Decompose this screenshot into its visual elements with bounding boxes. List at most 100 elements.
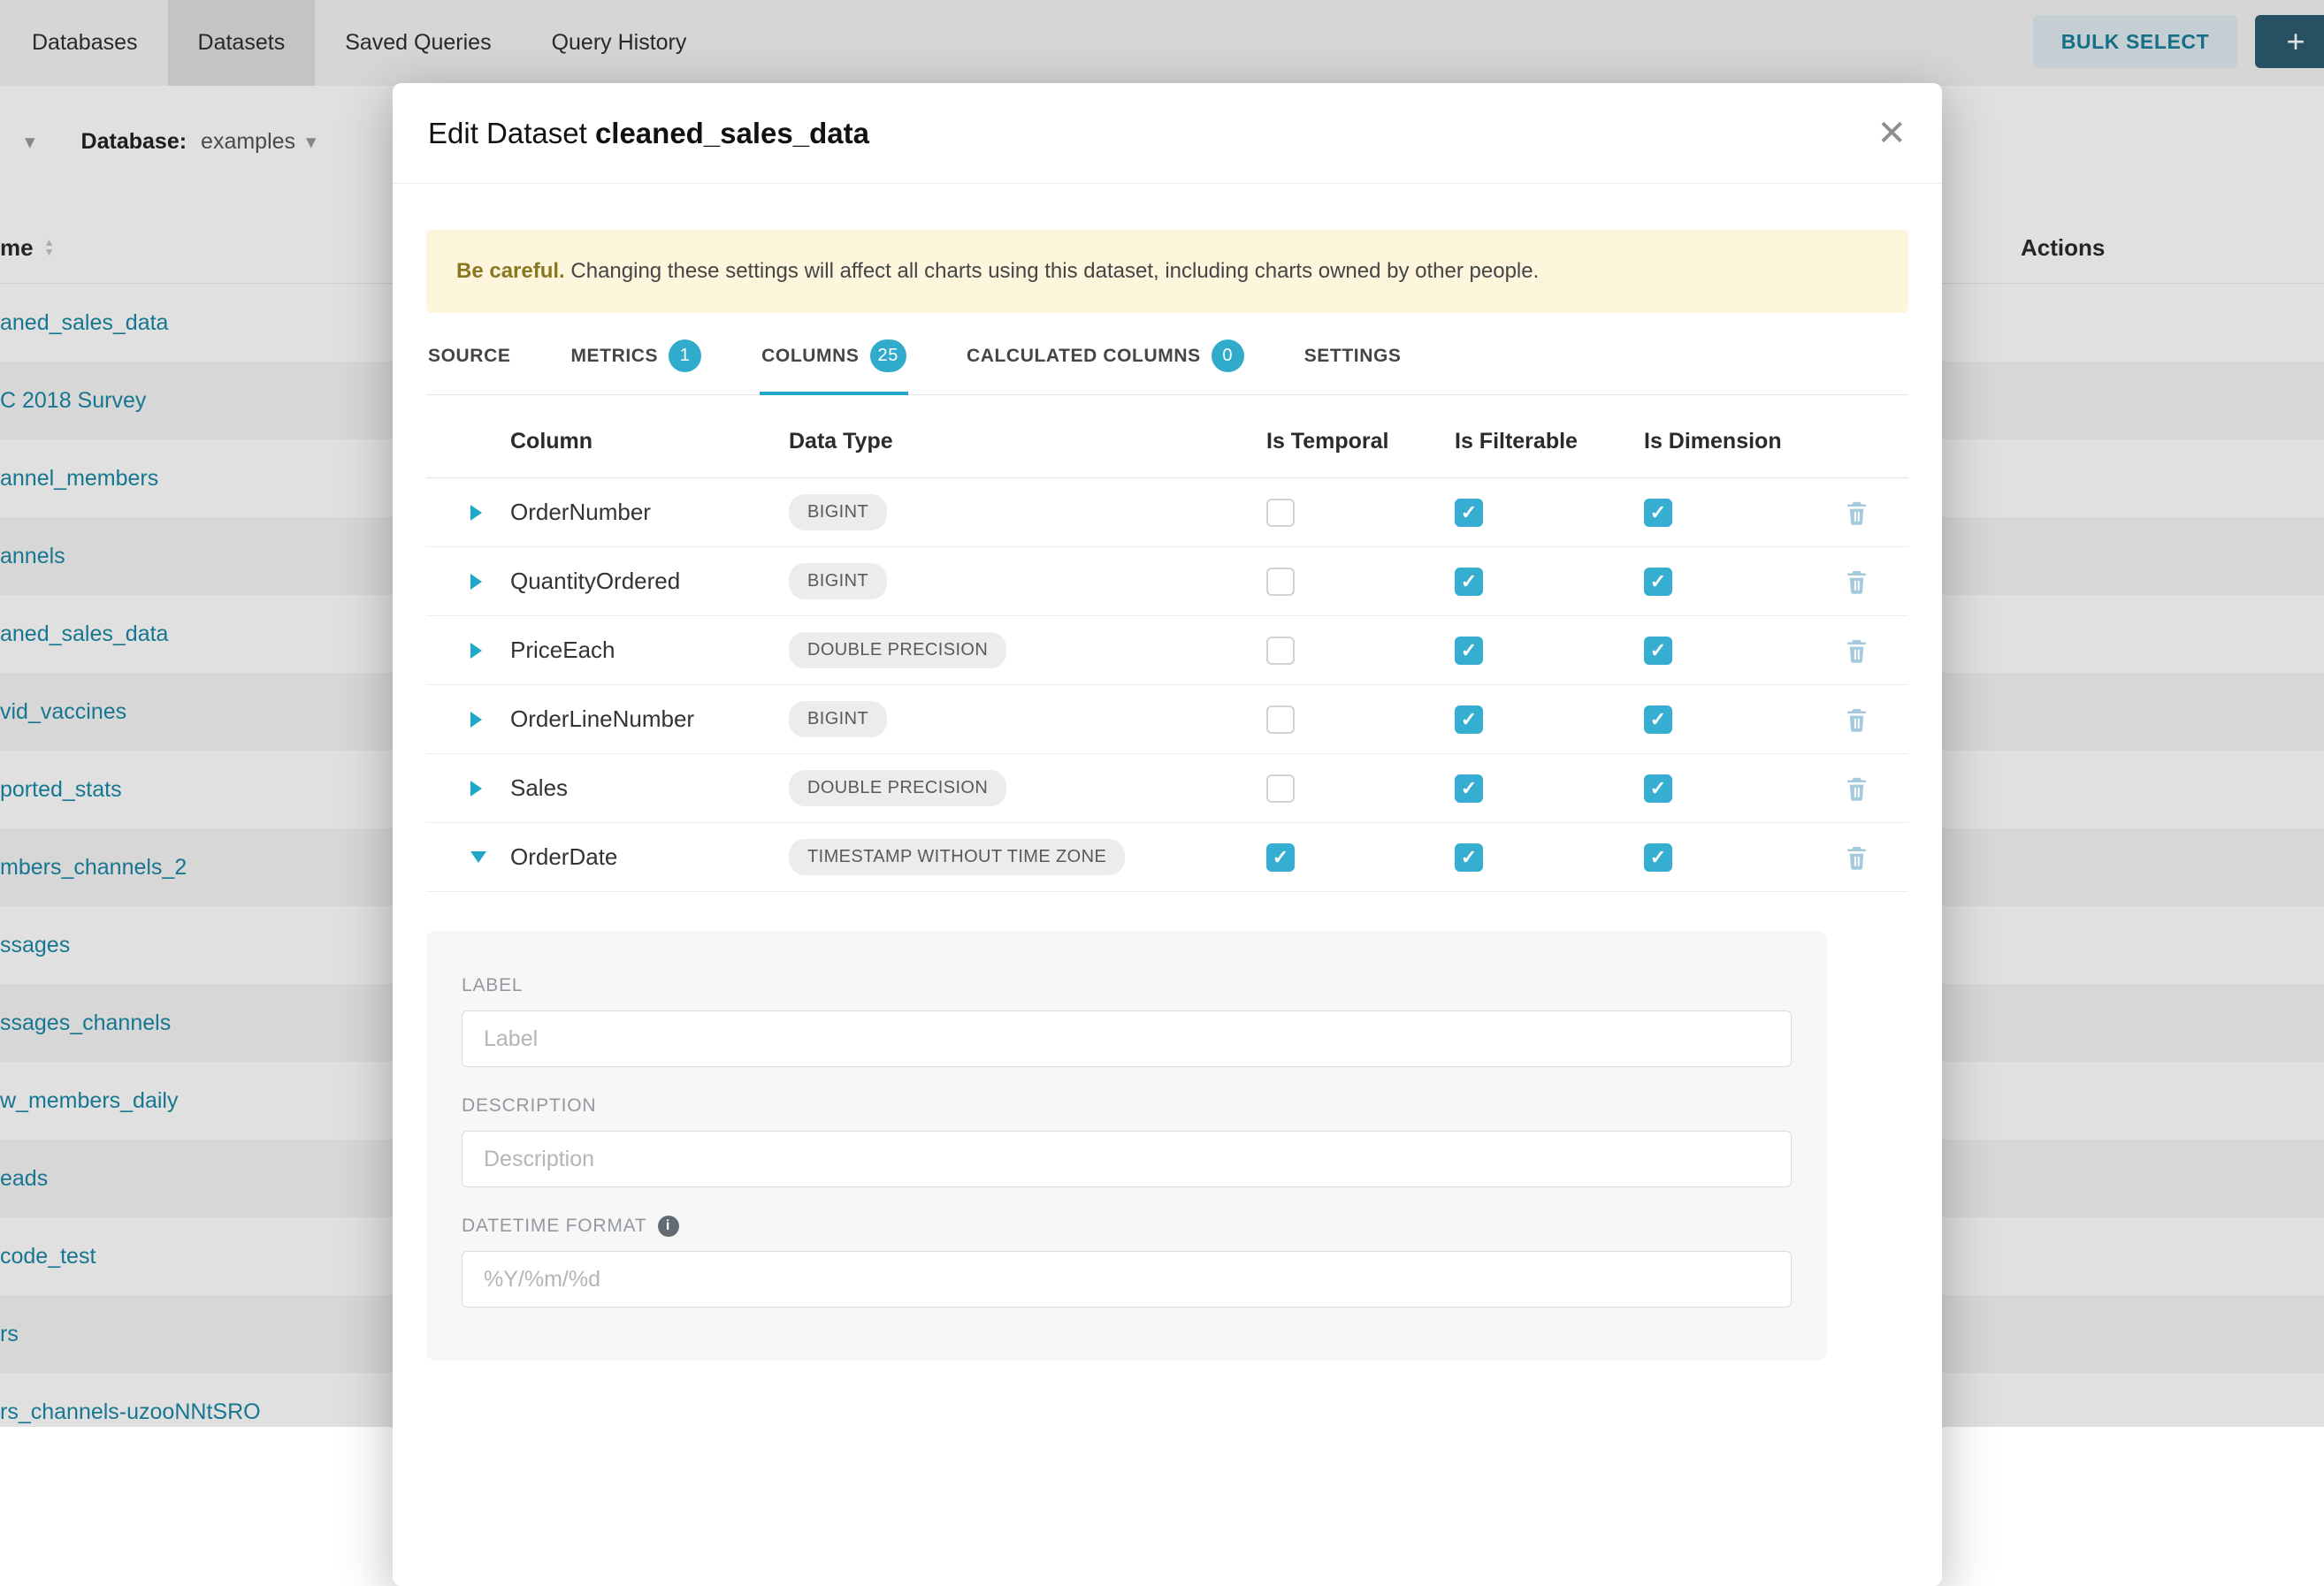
datetime-format-field-label: DATETIME FORMAT i bbox=[462, 1216, 1792, 1237]
is-temporal-checkbox-cell bbox=[1266, 568, 1455, 596]
column-row: OrderDate TIMESTAMP WITHOUT TIME ZONE bbox=[426, 823, 1908, 892]
is-filterable-checkbox[interactable] bbox=[1455, 499, 1483, 527]
info-icon[interactable]: i bbox=[658, 1216, 679, 1237]
tab-count-badge: 25 bbox=[870, 339, 906, 372]
delete-column-button[interactable] bbox=[1843, 567, 1870, 596]
is-filterable-checkbox[interactable] bbox=[1455, 843, 1483, 872]
tab-label: SETTINGS bbox=[1304, 346, 1402, 367]
data-type-badge: DOUBLE PRECISION bbox=[789, 770, 1006, 806]
is-filterable-checkbox-cell bbox=[1455, 843, 1644, 872]
delete-column-button[interactable] bbox=[1843, 705, 1870, 734]
label-input[interactable] bbox=[462, 1010, 1792, 1067]
data-type-badge: BIGINT bbox=[789, 563, 887, 599]
column-header-column: Column bbox=[510, 429, 789, 454]
data-type-cell: DOUBLE PRECISION bbox=[789, 770, 1266, 806]
modal-title-dataset-name: cleaned_sales_data bbox=[595, 117, 869, 149]
is-temporal-checkbox[interactable] bbox=[1266, 568, 1295, 596]
delete-cell bbox=[1832, 705, 1908, 734]
data-type-cell: BIGINT bbox=[789, 701, 1266, 737]
tab-settings[interactable]: SETTINGS bbox=[1303, 336, 1403, 395]
data-type-badge: BIGINT bbox=[789, 494, 887, 530]
is-dimension-checkbox[interactable] bbox=[1644, 774, 1672, 803]
is-temporal-checkbox[interactable] bbox=[1266, 637, 1295, 665]
datetime-format-input[interactable] bbox=[462, 1251, 1792, 1308]
is-dimension-checkbox[interactable] bbox=[1644, 568, 1672, 596]
label-field-label: LABEL bbox=[462, 975, 1792, 996]
is-filterable-checkbox-cell bbox=[1455, 705, 1644, 734]
column-header-is-dimension: Is Dimension bbox=[1644, 429, 1832, 454]
delete-cell bbox=[1832, 843, 1908, 872]
delete-cell bbox=[1832, 774, 1908, 803]
delete-column-button[interactable] bbox=[1843, 774, 1870, 803]
is-dimension-checkbox-cell bbox=[1644, 637, 1832, 665]
trash-icon bbox=[1843, 498, 1870, 527]
column-name-cell: PriceEach bbox=[510, 637, 789, 664]
edit-dataset-modal: Edit Dataset cleaned_sales_data ✕ Be car… bbox=[393, 83, 1942, 1586]
tab-metrics[interactable]: METRICS1 bbox=[569, 336, 703, 395]
column-detail-panel: LABEL DESCRIPTION DATETIME FORMAT i bbox=[426, 931, 1827, 1361]
is-temporal-checkbox-cell bbox=[1266, 843, 1455, 872]
is-dimension-checkbox-cell bbox=[1644, 568, 1832, 596]
column-name-cell: OrderLineNumber bbox=[510, 705, 789, 733]
tab-calculated-columns[interactable]: CALCULATED COLUMNS0 bbox=[965, 336, 1246, 395]
expand-caret-icon[interactable] bbox=[470, 712, 482, 728]
delete-column-button[interactable] bbox=[1843, 636, 1870, 665]
delete-column-button[interactable] bbox=[1843, 843, 1870, 872]
is-filterable-checkbox[interactable] bbox=[1455, 774, 1483, 803]
column-name-cell: OrderDate bbox=[510, 843, 789, 871]
tab-count-badge: 0 bbox=[1212, 339, 1244, 372]
expand-caret-icon[interactable] bbox=[470, 574, 482, 590]
close-button[interactable]: ✕ bbox=[1877, 116, 1907, 151]
column-row: QuantityOrderedBIGINT bbox=[426, 547, 1908, 616]
expand-caret-icon[interactable] bbox=[470, 505, 482, 521]
is-filterable-checkbox[interactable] bbox=[1455, 705, 1483, 734]
column-row: SalesDOUBLE PRECISION bbox=[426, 754, 1908, 823]
delete-cell bbox=[1832, 498, 1908, 527]
column-row: OrderNumberBIGINT bbox=[426, 478, 1908, 547]
is-filterable-checkbox[interactable] bbox=[1455, 568, 1483, 596]
is-dimension-checkbox-cell bbox=[1644, 774, 1832, 803]
is-filterable-checkbox-cell bbox=[1455, 774, 1644, 803]
data-type-badge: BIGINT bbox=[789, 701, 887, 737]
is-filterable-checkbox-cell bbox=[1455, 637, 1644, 665]
expand-cell bbox=[426, 712, 510, 728]
modal-title-prefix: Edit Dataset bbox=[428, 117, 587, 149]
expand-cell bbox=[426, 851, 510, 863]
tab-label: COLUMNS bbox=[761, 346, 859, 367]
tab-columns[interactable]: COLUMNS 25 bbox=[760, 336, 908, 395]
app-root: { "nav": { "items": [ { "label": "Databa… bbox=[0, 0, 2324, 1427]
expand-caret-icon[interactable] bbox=[470, 781, 482, 797]
is-dimension-checkbox-cell bbox=[1644, 705, 1832, 734]
is-dimension-checkbox[interactable] bbox=[1644, 637, 1672, 665]
trash-icon bbox=[1843, 567, 1870, 596]
trash-icon bbox=[1843, 636, 1870, 665]
warning-banner: Be careful. Changing these settings will… bbox=[426, 230, 1908, 313]
is-temporal-checkbox[interactable] bbox=[1266, 843, 1295, 872]
is-filterable-checkbox[interactable] bbox=[1455, 637, 1483, 665]
is-dimension-checkbox[interactable] bbox=[1644, 843, 1672, 872]
is-temporal-checkbox[interactable] bbox=[1266, 499, 1295, 527]
description-input[interactable] bbox=[462, 1131, 1792, 1187]
expand-caret-icon[interactable] bbox=[470, 851, 486, 863]
is-filterable-checkbox-cell bbox=[1455, 499, 1644, 527]
expand-caret-icon[interactable] bbox=[470, 643, 482, 659]
is-dimension-checkbox[interactable] bbox=[1644, 705, 1672, 734]
is-temporal-checkbox[interactable] bbox=[1266, 705, 1295, 734]
is-temporal-checkbox-cell bbox=[1266, 499, 1455, 527]
tab-source[interactable]: SOURCE bbox=[426, 336, 512, 395]
modal-title: Edit Dataset cleaned_sales_data bbox=[428, 117, 869, 150]
data-type-cell: BIGINT bbox=[789, 563, 1266, 599]
data-type-badge: DOUBLE PRECISION bbox=[789, 632, 1006, 668]
modal-header: Edit Dataset cleaned_sales_data ✕ bbox=[393, 83, 1942, 184]
data-type-cell: BIGINT bbox=[789, 494, 1266, 530]
columns-table-body: OrderNumberBIGINTQuantityOrderedBIGINTPr… bbox=[426, 478, 1908, 892]
is-dimension-checkbox-cell bbox=[1644, 499, 1832, 527]
column-name-cell: OrderNumber bbox=[510, 499, 789, 526]
warning-text: Changing these settings will affect all … bbox=[570, 259, 1539, 283]
is-temporal-checkbox[interactable] bbox=[1266, 774, 1295, 803]
column-name: OrderDate bbox=[510, 843, 617, 871]
tab-label: METRICS bbox=[570, 346, 658, 367]
delete-column-button[interactable] bbox=[1843, 498, 1870, 527]
is-dimension-checkbox[interactable] bbox=[1644, 499, 1672, 527]
data-type-cell: TIMESTAMP WITHOUT TIME ZONE bbox=[789, 839, 1266, 875]
